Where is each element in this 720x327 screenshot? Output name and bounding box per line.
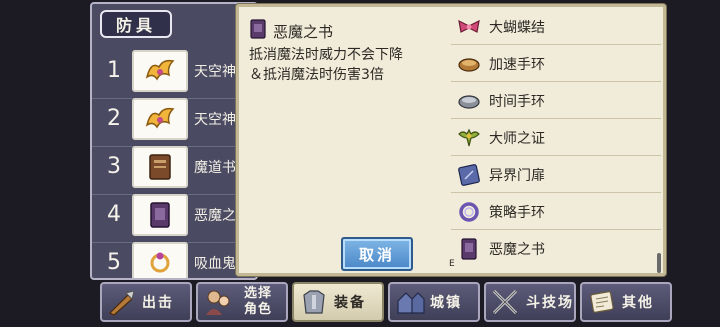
list-item-strategy-bracelet[interactable]: 策略手环	[451, 194, 661, 230]
nav-label: 其他	[622, 295, 654, 311]
list-item-ribbon[interactable]: 大蝴蝶结	[451, 9, 661, 45]
nav-label-line: 选择	[243, 286, 272, 301]
sky-wing-icon	[132, 98, 188, 140]
equipment-slot-3[interactable]: 3 魔道书	[92, 146, 256, 195]
equipment-slot-5[interactable]: 5 吸血鬼	[92, 242, 256, 278]
nav-character-select-button[interactable]: 选择 角色	[196, 282, 288, 322]
slot-item-name: 吸血鬼	[194, 256, 236, 272]
demon-book-icon	[249, 19, 267, 43]
master-emblem-icon	[457, 126, 481, 150]
bottom-nav: 出击 选择 角色 装备 城镇 斗技场 其他	[92, 282, 672, 324]
town-icon	[394, 287, 426, 317]
slot-number: 1	[107, 58, 121, 83]
sky-wing-icon	[132, 50, 188, 92]
demon-book-icon	[457, 237, 481, 261]
list-item-label: 大师之证	[489, 130, 545, 147]
demon-book-icon	[132, 194, 188, 236]
time-bracelet-icon	[457, 89, 481, 113]
vampire-ring-icon	[132, 242, 188, 278]
item-detail-header: 恶魔之书	[249, 19, 333, 43]
list-item-portal[interactable]: 异界门扉	[451, 157, 661, 193]
equipment-slot-1[interactable]: 1 天空神	[92, 50, 256, 99]
list-item-speed-bracelet[interactable]: 加速手环	[451, 46, 661, 82]
nav-label-line: 角色	[243, 302, 272, 317]
slot-item-name: 恶魔之	[194, 208, 236, 224]
slot-number: 5	[107, 250, 121, 275]
speed-bracelet-icon	[457, 52, 481, 76]
nav-label: 出击	[142, 295, 174, 311]
list-item-label: 异界门扉	[489, 167, 545, 184]
cancel-button[interactable]: 取消	[341, 237, 413, 271]
list-item-label: 加速手环	[489, 56, 545, 73]
list-item-demon-book[interactable]: 恶魔之书	[451, 231, 661, 267]
portal-card-icon	[457, 163, 481, 187]
slot-item-name: 魔道书	[194, 160, 236, 176]
slot-number: 3	[107, 154, 121, 179]
magic-book-icon	[132, 146, 188, 188]
list-item-label: 大蝴蝶结	[489, 19, 545, 36]
equipment-panel: 防具 1 天空神 2 天空神 3 魔道书 4 恶魔之 5 吸血鬼	[90, 2, 258, 280]
nav-sortie-button[interactable]: 出击	[100, 282, 192, 322]
list-item-label: 恶魔之书	[489, 242, 545, 258]
arena-icon	[490, 287, 522, 317]
list-item-master-emblem[interactable]: 大师之证	[451, 120, 661, 156]
nav-arena-button[interactable]: 斗技场	[484, 282, 576, 322]
nav-label: 装备	[334, 295, 366, 311]
item-select-popup: 恶魔之书 抵消魔法时威力不会下降 ＆抵消魔法时伤害3倍 取消 大蝴蝶结 加速手环…	[236, 4, 666, 276]
nav-other-button[interactable]: 其他	[580, 282, 672, 322]
list-item-time-bracelet[interactable]: 时间手环	[451, 83, 661, 119]
nav-label: 城镇	[430, 295, 462, 311]
description-line: ＆抵消魔法时伤害3倍	[249, 67, 384, 83]
nav-label: 选择 角色	[238, 286, 278, 318]
armor-tab[interactable]: 防具	[100, 10, 172, 38]
character-select-icon	[202, 287, 234, 317]
list-item-label: 策略手环	[489, 204, 545, 221]
item-list: 大蝴蝶结 加速手环 时间手环 大师之证 异界门扉 策略手环 恶魔之书 E	[447, 7, 665, 273]
slot-number: 2	[107, 106, 121, 131]
slot-item-name: 天空神	[194, 64, 236, 80]
list-scrollbar[interactable]	[657, 253, 661, 273]
slot-item-name: 天空神	[194, 112, 236, 128]
equipment-slot-4[interactable]: 4 恶魔之	[92, 194, 256, 243]
scroll-icon	[586, 287, 618, 317]
equipped-mark: E	[449, 259, 455, 269]
slot-number: 4	[107, 202, 121, 227]
nav-town-button[interactable]: 城镇	[388, 282, 480, 322]
nav-label: 斗技场	[526, 295, 574, 311]
item-detail: 恶魔之书 抵消魔法时威力不会下降 ＆抵消魔法时伤害3倍 取消	[241, 9, 445, 271]
armor-icon	[298, 287, 330, 317]
item-detail-description: 抵消魔法时威力不会下降 ＆抵消魔法时伤害3倍	[249, 45, 449, 85]
strategy-bracelet-icon	[457, 200, 481, 224]
ribbon-icon	[457, 15, 481, 39]
item-detail-title: 恶魔之书	[273, 22, 334, 41]
description-line: 抵消魔法时威力不会下降	[249, 47, 403, 63]
list-item-label: 时间手环	[489, 93, 545, 110]
equipment-slot-2[interactable]: 2 天空神	[92, 98, 256, 147]
sortie-icon	[106, 287, 138, 317]
nav-equipment-button[interactable]: 装备	[292, 282, 384, 322]
